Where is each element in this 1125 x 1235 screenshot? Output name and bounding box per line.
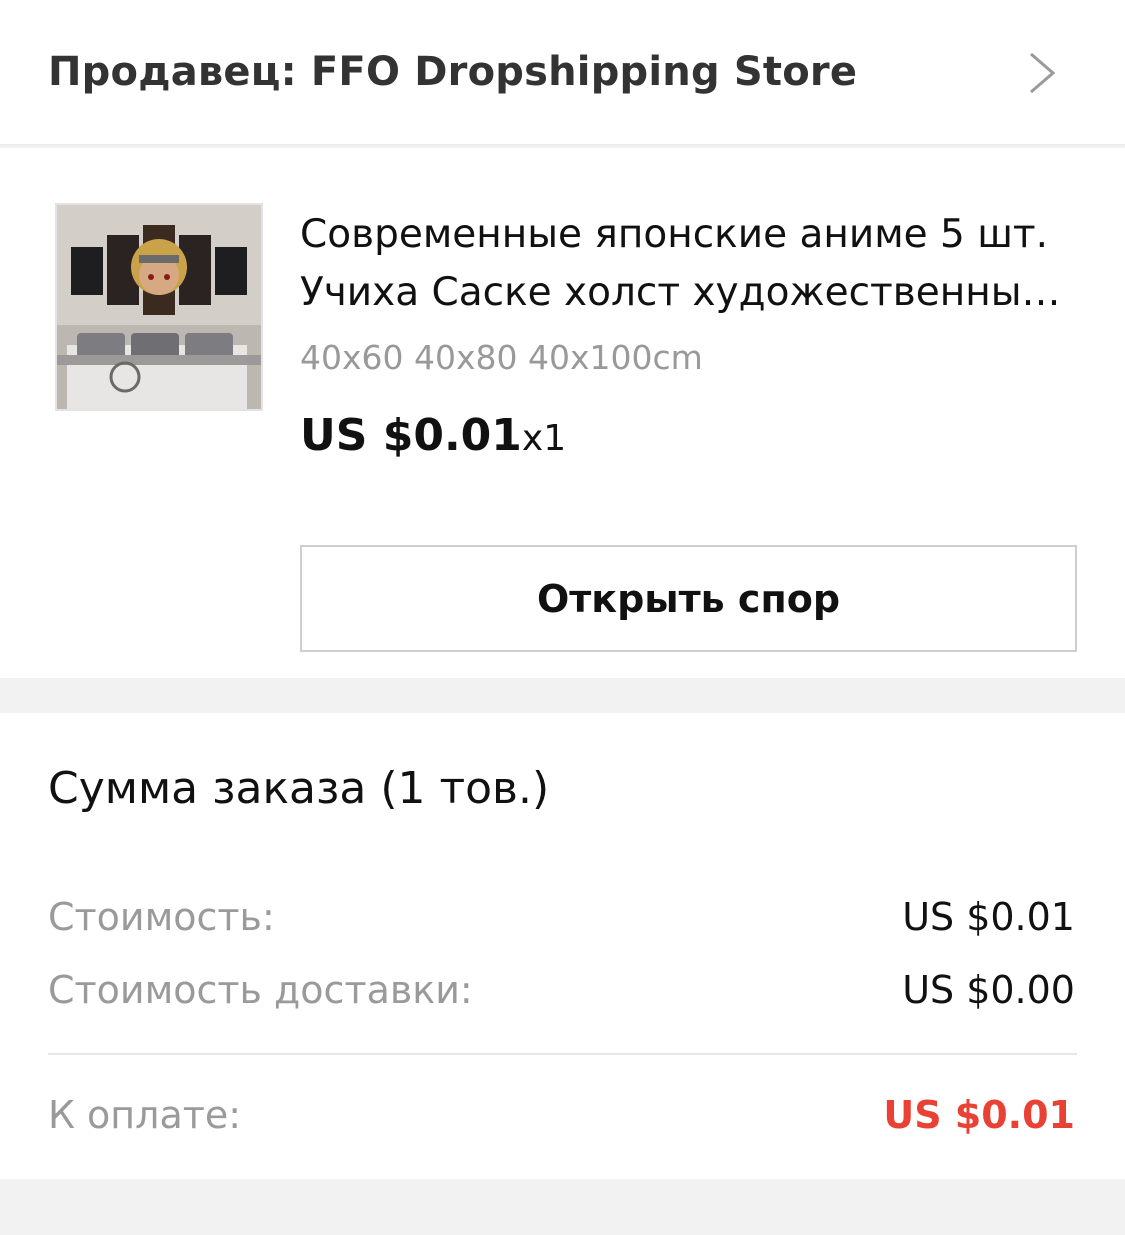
summary-title: Сумма заказа (1 тов.) (48, 763, 550, 814)
total-value: US $0.01 (883, 1093, 1075, 1137)
product-image (57, 205, 261, 409)
subtotal-label: Стоимость: (48, 895, 275, 939)
seller-name: Продавец: FFO Dropshipping Store (48, 49, 858, 95)
divider (48, 1053, 1077, 1055)
product-price-value: US $0.01 (300, 410, 522, 461)
seller-row[interactable]: Продавец: FFO Dropshipping Store (0, 0, 1125, 146)
product-price: US $0.01x1 (300, 410, 566, 461)
product-title[interactable]: Современные японские аниме 5 шт. Учиха С… (300, 206, 1080, 322)
total-label: К оплате: (48, 1093, 242, 1137)
subtotal-value: US $0.01 (902, 895, 1075, 939)
product-variant: 40x60 40x80 40x100cm (300, 338, 703, 377)
order-summary: Сумма заказа (1 тов.) Стоимость: US $0.0… (0, 713, 1125, 1179)
product-thumbnail[interactable] (55, 203, 263, 411)
open-dispute-button[interactable]: Открыть спор (300, 545, 1077, 652)
product-card: Современные японские аниме 5 шт. Учиха С… (0, 148, 1125, 678)
chevron-right-icon (1030, 52, 1056, 94)
shipping-value: US $0.00 (902, 968, 1075, 1012)
shipping-label: Стоимость доставки: (48, 968, 473, 1012)
product-quantity: x1 (521, 418, 567, 459)
